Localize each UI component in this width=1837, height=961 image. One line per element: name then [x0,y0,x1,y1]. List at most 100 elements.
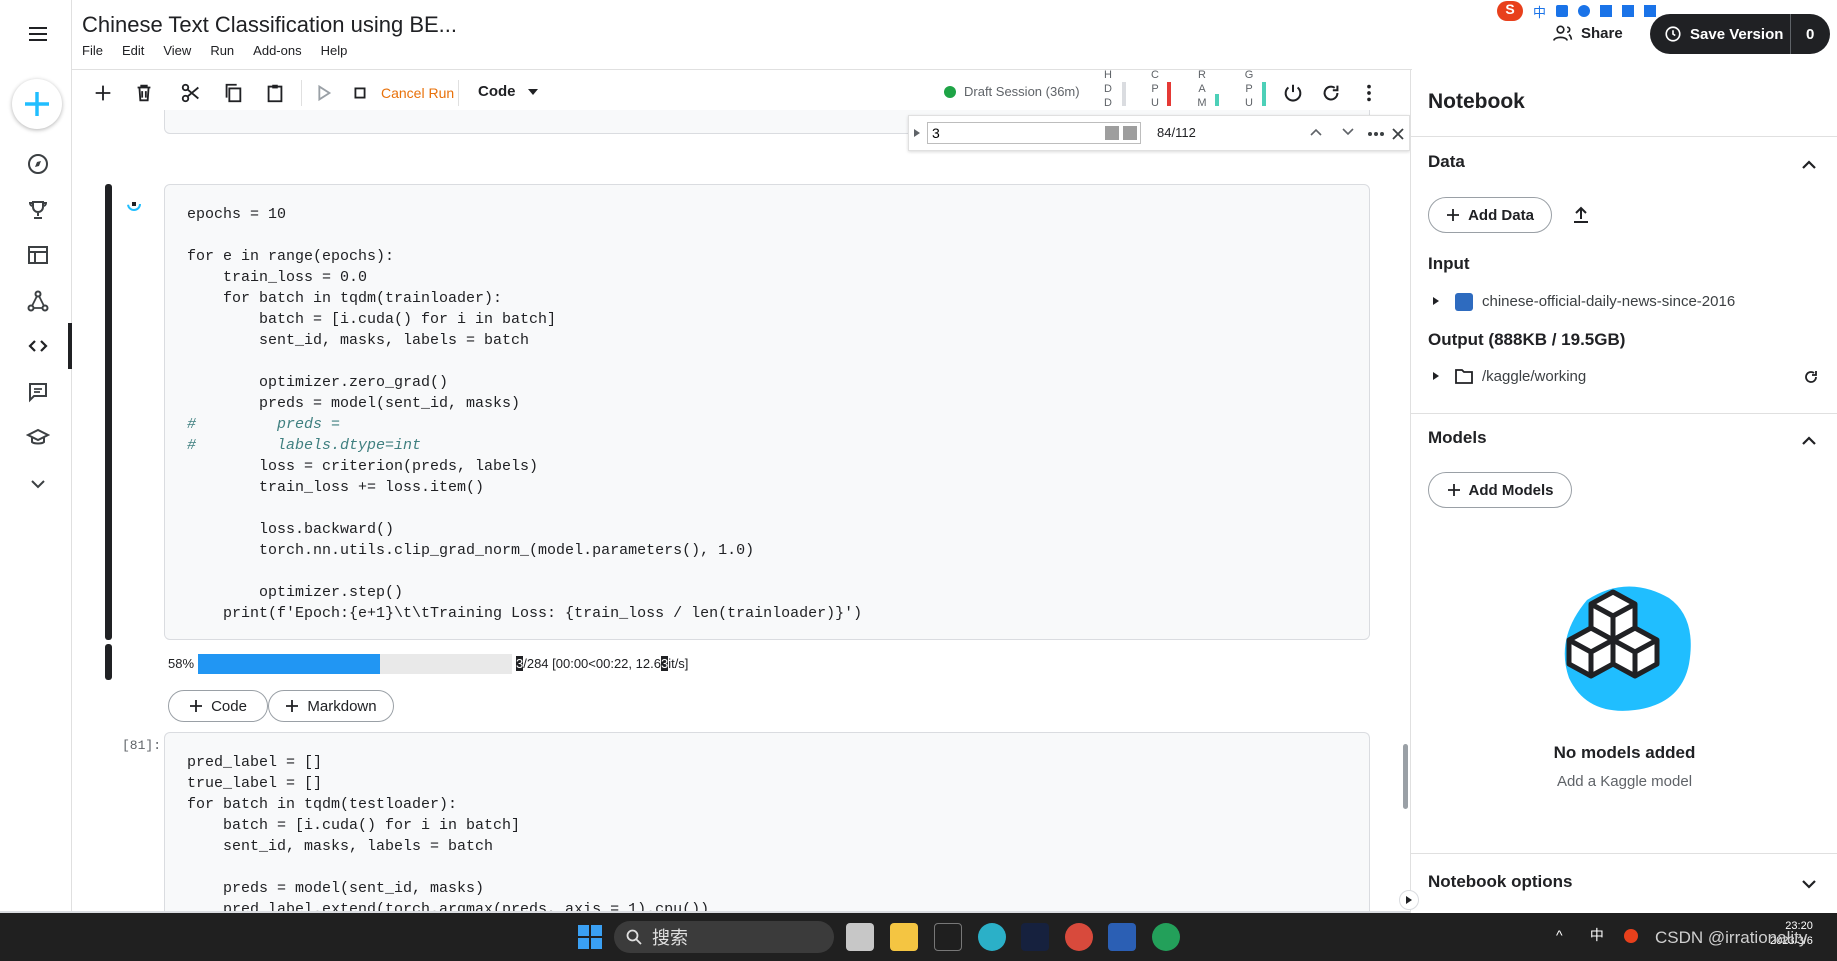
share-button[interactable]: Share [1553,24,1623,42]
match-case-icon[interactable] [1105,126,1119,140]
progress-bar-fill [198,654,381,674]
terminal-icon[interactable] [934,923,962,951]
menu-file[interactable]: File [82,43,103,58]
more-vert-icon[interactable] [1356,80,1382,106]
delete-icon[interactable] [131,80,157,106]
discussion-icon[interactable] [18,372,58,412]
version-count[interactable]: 0 [1806,26,1814,43]
csdn-watermark: CSDN @irrationality [1655,928,1808,947]
hamburger-menu-icon[interactable] [18,14,58,54]
skin-icon[interactable] [1622,5,1635,17]
run-icon[interactable] [310,80,336,106]
regex-icon[interactable] [1123,126,1137,140]
chevron-up-icon[interactable] [1799,431,1819,451]
menu-addons[interactable]: Add-ons [253,43,301,58]
code-icon[interactable] [18,326,58,366]
collapse-panel-button[interactable] [1399,890,1419,910]
code-comment-line: # labels.dtype=int [187,437,422,454]
tray-ime-lang[interactable]: 中 [1590,927,1604,943]
taskbar-search[interactable]: 搜索 [614,921,834,953]
menu-run[interactable]: Run [210,43,234,58]
grid-icon[interactable] [1644,5,1657,17]
people-icon [1553,25,1573,41]
find-more-icon[interactable] [1367,131,1385,137]
notebook-options-header[interactable]: Notebook options [1428,872,1572,892]
code-cell-training[interactable]: epochs = 10 for e in range(epochs): trai… [164,184,1370,640]
models-icon[interactable] [18,281,58,321]
next-match-icon[interactable] [1341,127,1355,137]
sogou-icon[interactable]: S [1497,1,1523,21]
close-icon[interactable] [1391,127,1405,141]
power-icon[interactable] [1280,80,1306,106]
app-red-icon[interactable] [1065,923,1093,951]
expand-caret-icon[interactable] [1433,372,1439,380]
compass-icon[interactable] [18,144,58,184]
no-models-title: No models added [1553,743,1696,762]
add-models-label: Add Models [1468,481,1554,499]
previous-match-icon[interactable] [1309,127,1323,137]
task-view-icon[interactable] [846,923,874,951]
gpu-meter-bar [1262,82,1266,106]
code-line: for batch in tqdm(testloader): [187,796,458,813]
create-new-button[interactable] [12,79,62,129]
windows-start-icon[interactable] [578,925,602,949]
menu-help[interactable]: Help [321,43,348,58]
trophy-icon[interactable] [18,190,58,230]
gpu-meter-label: G P U [1244,69,1254,109]
session-status[interactable]: Draft Session (36m) [944,84,1080,99]
toggle-replace-icon[interactable] [914,129,920,137]
data-section-header[interactable]: Data [1428,152,1465,172]
code-line: for e in range(epochs): [187,248,395,265]
notebook-title[interactable]: Chinese Text Classification using BE... [82,12,457,38]
save-version-button[interactable]: Save Version 0 [1650,14,1830,54]
add-code-cell-button[interactable]: Code [168,690,268,722]
edge-browser-icon[interactable] [978,923,1006,951]
tray-chevron-up-icon[interactable]: ^ [1556,927,1570,943]
app-icon[interactable] [1021,923,1049,951]
models-section-header[interactable]: Models [1428,428,1487,448]
add-markdown-cell-button[interactable]: Markdown [268,690,394,722]
chevron-down-icon[interactable] [18,464,58,504]
notebook-scrollbar[interactable] [1403,744,1408,809]
find-bar: 84/112 [908,115,1410,151]
cell-running-spinner-icon[interactable] [126,196,142,212]
chevron-up-icon[interactable] [1799,155,1819,175]
add-models-button[interactable]: Add Models [1428,472,1572,508]
session-label: Draft Session (36m) [964,84,1080,99]
add-data-button[interactable]: Add Data [1428,197,1552,233]
restart-icon[interactable] [1318,80,1344,106]
ram-meter-label: R A M [1197,69,1207,109]
tray-sogou-icon[interactable] [1623,929,1638,944]
upload-icon[interactable] [1571,205,1591,225]
output-folder-name[interactable]: /kaggle/working [1482,368,1586,385]
cut-icon[interactable] [178,80,204,106]
table-icon[interactable] [18,235,58,275]
paste-icon[interactable] [262,80,288,106]
learn-icon[interactable] [18,418,58,458]
left-navigation-rail [0,0,72,913]
stop-icon[interactable] [347,80,373,106]
hdd-meter-label: H D D [1104,69,1112,109]
cpu-meter-label: C P U [1151,69,1159,109]
chevron-right-icon [1406,896,1412,904]
menu-view[interactable]: View [163,43,191,58]
edge-dev-icon[interactable] [1152,923,1180,951]
cancel-run-button[interactable]: Cancel Run [381,85,454,101]
active-indicator [68,323,72,369]
file-explorer-icon[interactable] [890,923,918,951]
code-line: batch = [i.cuda() for i in batch] [187,817,521,834]
input-dataset-name[interactable]: chinese-official-daily-news-since-2016 [1482,293,1735,310]
chevron-down-icon[interactable] [1799,874,1819,894]
ime-punct-icon[interactable] [1556,5,1569,17]
refresh-icon[interactable] [1803,369,1819,385]
word-icon[interactable] [1108,923,1136,951]
microphone-icon[interactable] [1578,5,1591,17]
cell-type-select[interactable]: Code [478,83,538,100]
add-cell-icon[interactable] [90,80,116,106]
ime-lang[interactable]: 中 [1533,2,1546,21]
keyboard-icon[interactable] [1600,5,1613,17]
menu-edit[interactable]: Edit [122,43,144,58]
expand-caret-icon[interactable] [1433,297,1439,305]
code-cell-prediction[interactable]: pred_label = [] true_label = [] for batc… [164,732,1370,922]
copy-icon[interactable] [220,80,246,106]
